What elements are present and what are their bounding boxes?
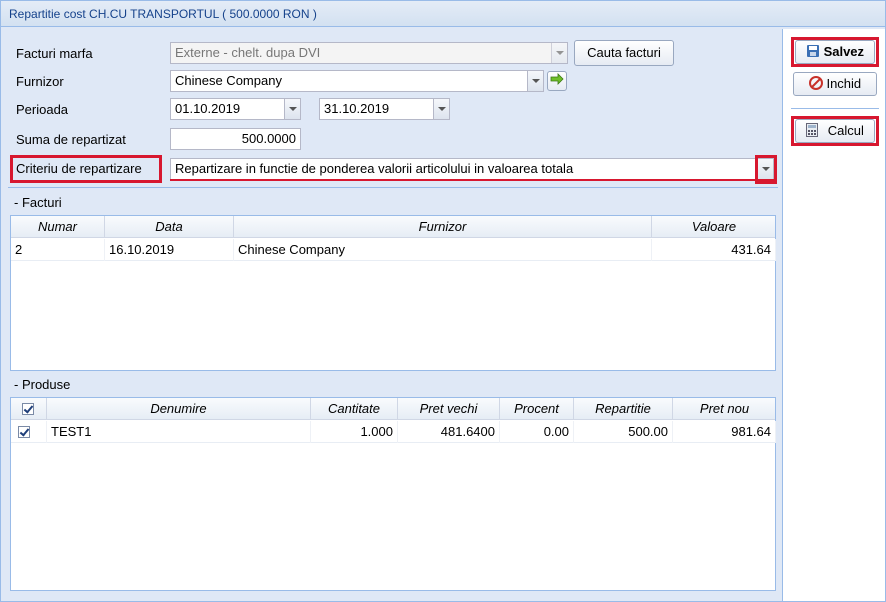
calculator-icon bbox=[806, 123, 819, 137]
cell-select[interactable] bbox=[11, 421, 47, 443]
furnizor-go-button[interactable] bbox=[547, 71, 567, 91]
cell-pret-nou: 981.64 bbox=[673, 421, 776, 443]
form-panel: Facturi marfa Externe - chelt. dupa DVI … bbox=[4, 31, 780, 597]
cell-data: 16.10.2019 bbox=[105, 239, 234, 261]
save-disk-icon bbox=[806, 45, 819, 57]
inchid-button[interactable]: Inchid bbox=[793, 72, 877, 96]
cancel-icon bbox=[808, 76, 823, 90]
produse-section-title: - Produse bbox=[14, 377, 71, 392]
facturi-marfa-combo[interactable]: Externe - chelt. dupa DVI bbox=[170, 42, 568, 64]
inchid-label: Inchid bbox=[826, 76, 862, 91]
cell-valoare: 431.64 bbox=[652, 239, 776, 261]
cell-furnizor: Chinese Company bbox=[234, 239, 652, 261]
facturi-grid: Numar Data Furnizor Valoare 2 16.10.2019… bbox=[10, 215, 776, 371]
cell-pret-vechi: 481.6400 bbox=[398, 421, 500, 443]
facturi-marfa-dropdown-icon[interactable] bbox=[551, 43, 567, 63]
cell-numar: 2 bbox=[11, 239, 105, 261]
facturi-section-title: - Facturi bbox=[14, 195, 62, 210]
window-title: Repartitie cost CH.CU TRANSPORTUL ( 500.… bbox=[1, 1, 885, 27]
furnizor-label: Furnizor bbox=[16, 74, 64, 89]
criteriu-value: Repartizare in functie de ponderea valor… bbox=[175, 161, 574, 176]
perioada-label: Perioada bbox=[16, 102, 69, 117]
furnizor-value: Chinese Company bbox=[175, 73, 282, 88]
salvez-label: Salvez bbox=[823, 44, 865, 59]
action-panel: Salvez Inchid Calcul bbox=[782, 29, 885, 601]
perioada-to-value: 31.10.2019 bbox=[324, 101, 390, 116]
cauta-facturi-button[interactable]: Cauta facturi bbox=[574, 40, 674, 66]
cell-procent: 0.00 bbox=[500, 421, 574, 443]
table-row[interactable]: TEST1 1.000 481.6400 0.00 500.00 981.64 bbox=[11, 421, 776, 443]
table-row[interactable]: 2 16.10.2019 Chinese Company 431.64 bbox=[11, 239, 776, 261]
col-select-all[interactable] bbox=[11, 398, 47, 420]
col-valoare[interactable]: Valoare bbox=[652, 216, 776, 238]
cell-denumire: TEST1 bbox=[47, 421, 311, 443]
criteriu-combo[interactable]: Repartizare in functie de ponderea valor… bbox=[170, 158, 774, 180]
criteriu-label: Criteriu de repartizare bbox=[16, 161, 142, 176]
suma-input[interactable]: 500.0000 bbox=[170, 128, 301, 150]
col-repartitie[interactable]: Repartitie bbox=[574, 398, 673, 420]
cell-repartitie: 500.00 bbox=[574, 421, 673, 443]
facturi-grid-header: Numar Data Furnizor Valoare bbox=[11, 216, 775, 238]
criteriu-underline-highlight bbox=[170, 179, 776, 183]
produse-grid-header: Denumire Cantitate Pret vechi Procent Re… bbox=[11, 398, 775, 420]
furnizor-dropdown-icon[interactable] bbox=[527, 71, 543, 91]
action-divider bbox=[791, 108, 879, 109]
facturi-marfa-label: Facturi marfa bbox=[16, 46, 93, 61]
col-data[interactable]: Data bbox=[105, 216, 234, 238]
cell-cantitate: 1.000 bbox=[311, 421, 398, 443]
row-checkbox[interactable] bbox=[18, 426, 30, 438]
calcul-label: Calcul bbox=[827, 123, 864, 138]
perioada-from-date[interactable]: 01.10.2019 bbox=[170, 98, 301, 120]
calcul-button[interactable]: Calcul bbox=[795, 119, 875, 143]
suma-label: Suma de repartizat bbox=[16, 132, 126, 147]
produse-grid: Denumire Cantitate Pret vechi Procent Re… bbox=[10, 397, 776, 591]
col-furnizor[interactable]: Furnizor bbox=[234, 216, 652, 238]
select-all-checkbox[interactable] bbox=[22, 403, 34, 415]
arrow-right-icon bbox=[550, 73, 564, 85]
col-cantitate[interactable]: Cantitate bbox=[311, 398, 398, 420]
col-denumire[interactable]: Denumire bbox=[47, 398, 311, 420]
furnizor-combo[interactable]: Chinese Company bbox=[170, 70, 544, 92]
col-pret-nou[interactable]: Pret nou bbox=[673, 398, 776, 420]
col-pret-vechi[interactable]: Pret vechi bbox=[398, 398, 500, 420]
salvez-button[interactable]: Salvez bbox=[795, 40, 875, 64]
dialog-window: Repartitie cost CH.CU TRANSPORTUL ( 500.… bbox=[0, 0, 886, 602]
date-to-dropdown-icon[interactable] bbox=[433, 99, 449, 119]
col-numar[interactable]: Numar bbox=[11, 216, 105, 238]
divider bbox=[8, 187, 778, 188]
date-from-dropdown-icon[interactable] bbox=[284, 99, 300, 119]
perioada-to-date[interactable]: 31.10.2019 bbox=[319, 98, 450, 120]
criteriu-trigger-highlight bbox=[755, 155, 777, 184]
facturi-marfa-value: Externe - chelt. dupa DVI bbox=[175, 45, 321, 60]
col-procent[interactable]: Procent bbox=[500, 398, 574, 420]
perioada-from-value: 01.10.2019 bbox=[175, 101, 241, 116]
